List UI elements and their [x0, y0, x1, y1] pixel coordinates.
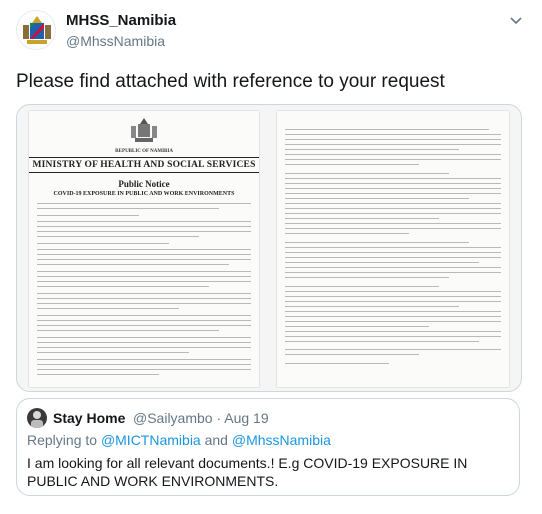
- tweet-card: MHSS_Namibia @MhssNamibia Please find at…: [0, 0, 542, 514]
- attached-document-image[interactable]: REPUBLIC OF NAMIBIA MINISTRY OF HEALTH A…: [16, 104, 522, 392]
- notice-title: Public Notice: [118, 179, 170, 189]
- namibia-coat-of-arms-icon: [23, 16, 51, 44]
- republic-label: REPUBLIC OF NAMIBIA: [115, 149, 173, 154]
- profile-avatar[interactable]: [16, 10, 56, 50]
- document-page-right: [277, 111, 509, 387]
- user-handle[interactable]: @MhssNamibia: [66, 33, 165, 49]
- reply-and: and: [200, 432, 232, 448]
- quoted-text: I am looking for all relevant documents.…: [27, 455, 468, 489]
- ministry-heading: MINISTRY OF HEALTH AND SOCIAL SERVICES: [29, 157, 259, 173]
- reply-handle-mict[interactable]: @MICTNamibia: [101, 432, 201, 448]
- notice-subtitle: COVID-19 EXPOSURE IN PUBLIC AND WORK ENV…: [53, 191, 235, 197]
- replying-prefix: Replying to: [27, 432, 101, 448]
- coat-of-arms-icon: [131, 118, 157, 142]
- chevron-down-icon[interactable]: [508, 12, 524, 28]
- reply-handle-mhss[interactable]: @MhssNamibia: [232, 432, 331, 448]
- tweet-text: Please find attached with reference to y…: [16, 71, 445, 92]
- document-page-left: REPUBLIC OF NAMIBIA MINISTRY OF HEALTH A…: [29, 111, 259, 387]
- person-icon: [31, 411, 43, 428]
- quoted-display-name: Stay Home: [53, 410, 126, 426]
- quoted-tweet[interactable]: Stay Home @Sailyambo · Aug 19 Replying t…: [16, 398, 520, 496]
- display-name[interactable]: MHSS_Namibia: [66, 12, 176, 29]
- quoted-handle-date: @Sailyambo · Aug 19: [133, 410, 269, 426]
- quoted-avatar: [27, 408, 47, 428]
- replying-to-line: Replying to @MICTNamibia and @MhssNamibi…: [27, 432, 331, 448]
